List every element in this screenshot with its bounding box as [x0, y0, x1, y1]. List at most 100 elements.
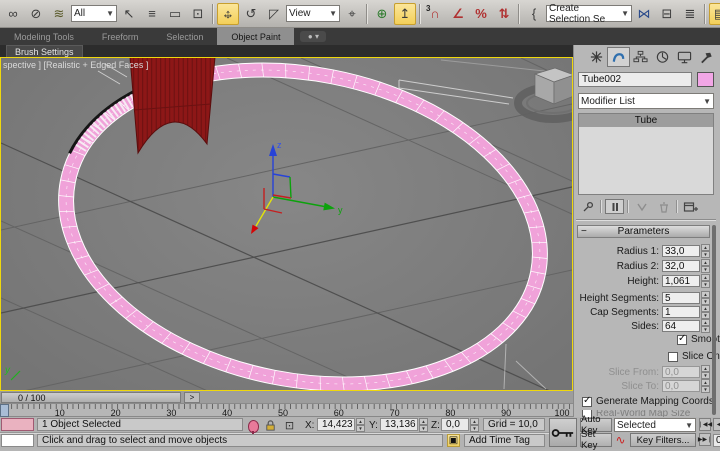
- tab-object-paint[interactable]: Object Paint: [217, 28, 294, 45]
- modify-tab-icon[interactable]: [607, 47, 630, 67]
- make-unique-icon[interactable]: [632, 199, 651, 214]
- tab-modeling-tools[interactable]: Modeling Tools: [0, 28, 88, 45]
- key-curve-icon[interactable]: ∿: [614, 433, 627, 446]
- y-coordinate-field[interactable]: 13,136: [380, 418, 418, 431]
- modifier-stack[interactable]: Tube: [578, 113, 714, 195]
- radius1-spinner[interactable]: ▲▼: [701, 244, 710, 258]
- window-crossing-icon[interactable]: ⊡: [187, 3, 209, 25]
- gizmo-plane-handle[interactable]: [290, 177, 291, 198]
- time-slider-button[interactable]: 0 / 100: [1, 392, 181, 403]
- named-selection-set-dropdown[interactable]: Create Selection Se▼: [546, 5, 632, 22]
- mini-listener-macro[interactable]: [1, 418, 34, 431]
- hierarchy-tab-icon[interactable]: [629, 47, 652, 67]
- select-by-name-icon[interactable]: ≡: [141, 3, 163, 25]
- create-tab-icon[interactable]: [585, 47, 608, 67]
- rectangular-selection-region-icon[interactable]: ▭: [164, 3, 186, 25]
- height-segments-field[interactable]: 5: [662, 292, 700, 304]
- isolate-selection-icon[interactable]: [248, 420, 259, 433]
- z-spinner[interactable]: ▲▼: [470, 418, 479, 431]
- go-to-end-button[interactable]: ▶▶❘: [699, 433, 711, 446]
- radius1-field[interactable]: 33,0: [662, 245, 700, 257]
- track-bar[interactable]: 0102030405060708090100: [0, 404, 573, 417]
- select-and-link-icon[interactable]: ∞: [2, 3, 24, 25]
- use-pivot-point-icon[interactable]: ⌖: [341, 3, 363, 25]
- unlink-selection-icon[interactable]: ⊘: [25, 3, 47, 25]
- align-icon[interactable]: ⊟: [656, 3, 678, 25]
- tab-brush-settings[interactable]: Brush Settings: [6, 45, 83, 57]
- z-coordinate-field[interactable]: 0,0: [441, 418, 469, 431]
- selection-lock-icon[interactable]: [264, 419, 277, 432]
- show-end-result-icon[interactable]: [605, 199, 624, 214]
- edit-named-selection-sets-icon[interactable]: {: [523, 3, 545, 25]
- utilities-tab-icon[interactable]: [695, 47, 718, 67]
- gizmo-plane-handle[interactable]: [273, 174, 290, 177]
- mirror-icon[interactable]: ⋈: [633, 3, 655, 25]
- configure-modifier-sets-icon[interactable]: [681, 199, 700, 214]
- manage-layers-icon[interactable]: ≣: [679, 3, 701, 25]
- height-field[interactable]: 1,061: [662, 275, 700, 287]
- snap-toggle-3d-icon[interactable]: 3∩: [424, 3, 446, 25]
- perspective-viewport[interactable]: spective ] [Realistic + Edged Faces ]: [0, 57, 573, 391]
- tab-freeform[interactable]: Freeform: [88, 28, 153, 45]
- previous-frame-button[interactable]: ◀: [713, 418, 720, 431]
- sides-field[interactable]: 64: [662, 320, 700, 332]
- y-spinner[interactable]: ▲▼: [419, 418, 428, 431]
- set-key-button[interactable]: Set Key: [580, 433, 612, 447]
- select-and-manipulate-icon[interactable]: ⊕: [371, 3, 393, 25]
- select-object-icon[interactable]: ↖: [118, 3, 140, 25]
- cap-segments-field[interactable]: 1: [662, 306, 700, 318]
- tube-object[interactable]: [30, 58, 572, 390]
- selection-filter-dropdown[interactable]: All▼: [71, 5, 117, 22]
- key-mode-dropdown[interactable]: Selected▼: [614, 418, 696, 432]
- height-segments-spinner[interactable]: ▲▼: [701, 291, 710, 305]
- cap-segments-spinner[interactable]: ▲▼: [701, 305, 710, 319]
- sides-spinner[interactable]: ▲▼: [701, 319, 710, 333]
- radius2-spinner[interactable]: ▲▼: [701, 259, 710, 273]
- time-slider-track[interactable]: 0 / 100 >: [0, 391, 573, 404]
- graphite-ribbon-toggle-icon[interactable]: ▤: [709, 3, 720, 25]
- add-time-tag-field[interactable]: Add Time Tag: [464, 434, 545, 447]
- parameters-rollout-header[interactable]: − Parameters: [577, 225, 710, 238]
- current-frame-field[interactable]: 0: [713, 434, 720, 447]
- radius2-field[interactable]: 32,0: [662, 260, 700, 272]
- modifier-list-dropdown[interactable]: Modifier List ▼: [578, 93, 714, 109]
- slice-on-checkbox[interactable]: [668, 352, 678, 362]
- move-gizmo[interactable]: z y: [251, 140, 343, 234]
- go-to-start-button[interactable]: ❘◀◀: [699, 418, 711, 431]
- gizmo-y-axis[interactable]: [273, 197, 327, 207]
- select-and-scale-icon[interactable]: ◸: [263, 3, 285, 25]
- height-spinner[interactable]: ▲▼: [701, 274, 710, 288]
- motion-tab-icon[interactable]: [651, 47, 674, 67]
- remove-modifier-icon[interactable]: [654, 199, 673, 214]
- set-keys-button[interactable]: [549, 418, 577, 447]
- keyboard-shortcut-override-button[interactable]: ↥: [394, 3, 416, 25]
- gizmo-plane-handle[interactable]: [264, 188, 291, 213]
- viewcube[interactable]: [518, 68, 572, 119]
- x-coordinate-field[interactable]: 14,423: [317, 418, 355, 431]
- select-and-move-button[interactable]: ↔↕: [217, 3, 239, 25]
- key-filters-button[interactable]: Key Filters...: [630, 433, 696, 447]
- object-name-field[interactable]: Tube002: [578, 72, 692, 87]
- x-spinner[interactable]: ▲▼: [356, 418, 365, 431]
- percent-snap-icon[interactable]: %: [470, 3, 492, 25]
- track-bar-handle[interactable]: [0, 404, 9, 417]
- display-tab-icon[interactable]: [673, 47, 696, 67]
- stack-item-tube[interactable]: Tube: [579, 114, 713, 127]
- viewport-label[interactable]: spective ] [Realistic + Edged Faces ]: [3, 60, 148, 70]
- absolute-offset-mode-icon[interactable]: ⊡: [283, 419, 296, 432]
- ribbon-config-icon[interactable]: ● ▾: [300, 31, 326, 42]
- mini-listener-script[interactable]: [1, 434, 34, 447]
- object-color-swatch[interactable]: [697, 72, 714, 87]
- cylinder-object[interactable]: [130, 58, 215, 153]
- select-and-rotate-icon[interactable]: ↺: [240, 3, 262, 25]
- bind-to-space-warp-icon[interactable]: ≋: [48, 3, 70, 25]
- reference-coordinate-dropdown[interactable]: View▼: [286, 5, 340, 22]
- tab-selection[interactable]: Selection: [152, 28, 217, 45]
- pin-stack-icon[interactable]: [578, 199, 597, 214]
- time-slider-advance-button[interactable]: >: [184, 392, 200, 403]
- smooth-checkbox[interactable]: [677, 335, 687, 345]
- open-listener-window-icon[interactable]: ▣: [447, 434, 460, 447]
- panel-scrollbar[interactable]: [712, 225, 716, 415]
- spinner-snap-icon[interactable]: ⇅: [493, 3, 515, 25]
- generate-mapping-checkbox[interactable]: [582, 397, 592, 407]
